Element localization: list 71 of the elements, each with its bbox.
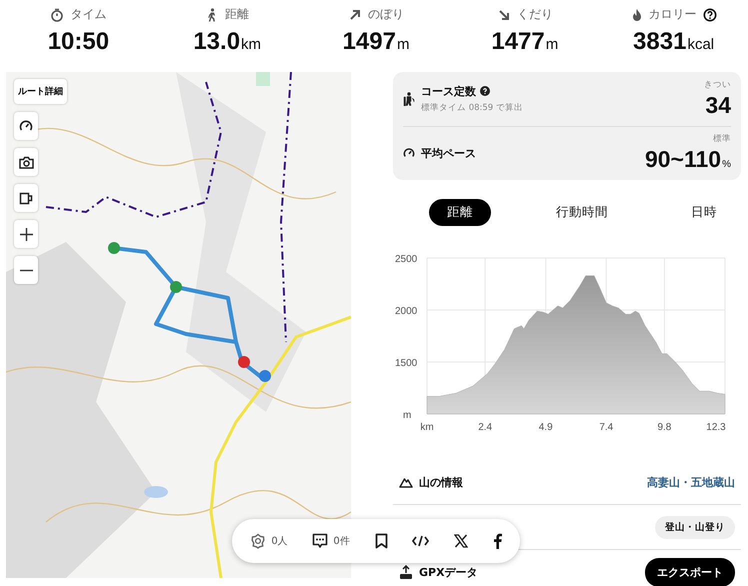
stat-unit: km: [241, 36, 262, 53]
help-icon[interactable]: [702, 8, 717, 22]
x-tick-label: 7.4: [599, 422, 614, 433]
map-control-button[interactable]: [14, 148, 38, 176]
stat-value: 13.0: [193, 28, 240, 56]
map-control-button[interactable]: [14, 112, 38, 140]
gauge-icon: [19, 119, 33, 133]
hiker-icon: [403, 92, 415, 106]
stat-value: 1497: [342, 28, 396, 56]
stat-value: 1477: [491, 28, 545, 56]
x-tick-label: 2.4: [478, 422, 492, 433]
embed-button[interactable]: [410, 533, 432, 549]
stopwatch-icon: [50, 8, 64, 22]
bookmark-button[interactable]: [372, 531, 390, 551]
x-button[interactable]: [452, 532, 470, 550]
stat-label: タイム: [70, 6, 106, 23]
stat-label: くだり: [516, 6, 553, 23]
stat-unit: m: [396, 36, 410, 53]
x-tick-label: 4.9: [538, 422, 553, 433]
camera-icon: [18, 156, 34, 168]
y-tick-label: 1500: [395, 358, 418, 369]
summary-value: 90~110: [644, 146, 722, 174]
zoom-in-icon: [20, 228, 32, 240]
stat-label: のぼり: [368, 6, 404, 23]
upload-icon: [399, 565, 413, 579]
arrow-up-right-icon: [348, 8, 362, 22]
stat-value: 10:50: [48, 28, 110, 56]
bookmark-icon: [374, 533, 388, 549]
arrow-down-right-icon: [496, 8, 511, 22]
chart-tab[interactable]: 行動時間: [538, 199, 626, 226]
summary-unit: %: [722, 159, 731, 170]
y-tick-label: 2500: [395, 254, 418, 265]
stat-label: カロリー: [648, 6, 697, 23]
flower-icon: [250, 533, 266, 549]
x-tick-label: 12.3: [706, 422, 726, 433]
x-logo-icon: [454, 534, 468, 548]
comment-icon: [312, 533, 328, 549]
like-button[interactable]: 0人: [248, 531, 290, 551]
x-tick-label: km: [420, 422, 434, 433]
tag-chip[interactable]: 登山・山登り: [655, 516, 735, 538]
map-control-button[interactable]: [14, 184, 38, 212]
export-button[interactable]: エクスポート: [645, 558, 735, 586]
map-control-button[interactable]: [14, 220, 38, 248]
stat-label: 距離: [225, 6, 250, 23]
difficulty-label: きつい: [704, 78, 731, 91]
code-icon: [412, 535, 430, 547]
mountain-icon: [399, 476, 413, 488]
stat-value: 3831: [633, 28, 686, 56]
gauge-icon: [403, 147, 415, 160]
summary-title: 平均ペース: [421, 146, 476, 161]
summary-value: 34: [705, 92, 731, 119]
difficulty-label: 標準: [713, 133, 731, 146]
summary-title: コース定数: [421, 84, 476, 99]
info-label: GPXデータ: [419, 564, 478, 580]
stat-unit: m: [546, 36, 558, 53]
comment-button[interactable]: 0件: [310, 531, 352, 551]
y-tick-label: m: [403, 410, 412, 421]
zoom-out-icon: [20, 268, 32, 272]
help-icon[interactable]: [480, 86, 490, 96]
facebook-icon: [492, 533, 502, 549]
stat-unit: kcal: [687, 36, 714, 53]
chart-tab[interactable]: 日時: [673, 199, 735, 226]
y-tick-label: 2000: [395, 306, 418, 317]
flame-icon: [630, 8, 643, 22]
info-label: 山の情報: [419, 474, 463, 490]
x-tick-label: 9.8: [657, 422, 672, 433]
summary-note: 標準タイム 08:59 で算出: [421, 102, 523, 114]
route-detail-button[interactable]: ルート詳細: [14, 79, 67, 104]
cup-icon: [18, 192, 34, 204]
chart-tab[interactable]: 距離: [429, 199, 491, 226]
mountain-link[interactable]: 高妻山・五地蔵山: [647, 474, 735, 490]
